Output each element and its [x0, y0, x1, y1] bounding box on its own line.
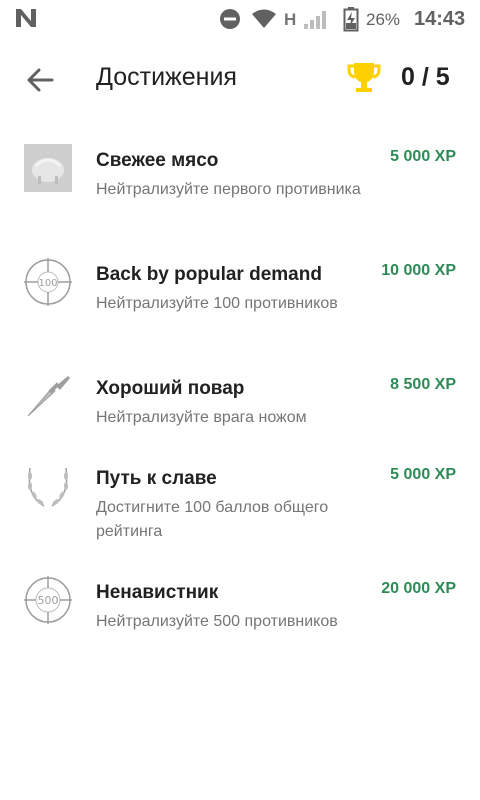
toolbar: Достижения 0 / 5: [0, 38, 480, 118]
achievement-description: Достигните 100 баллов общего рейтинга: [96, 499, 329, 540]
network-type: H: [284, 10, 297, 29]
svg-text:100: 100: [38, 278, 57, 289]
wifi-icon: [252, 9, 276, 28]
battery-percent: 26%: [366, 10, 401, 29]
achievement-title: Хороший повар: [96, 378, 245, 399]
achievement-xp: 8 500 XP: [390, 376, 456, 393]
svg-text:500: 500: [38, 594, 59, 607]
page-title: Достижения: [96, 63, 237, 91]
crosshair-100-icon: 100: [24, 258, 72, 306]
signal-icon: [304, 11, 326, 29]
notification-n-icon: [16, 9, 36, 27]
achievement-description: Нейтрализуйте первого противника: [96, 181, 361, 198]
do-not-disturb-icon: [220, 9, 240, 29]
achievement-title: Путь к славе: [96, 468, 217, 489]
achievement-description: Нейтрализуйте 100 противников: [96, 295, 338, 312]
achievement-title: Свежее мясо: [96, 150, 219, 171]
arrow-back-icon[interactable]: [22, 62, 58, 98]
clock: 14:43: [414, 8, 466, 30]
achievements-counter: 0 / 5: [401, 63, 450, 91]
laurel-wreath-icon: [28, 467, 68, 507]
battery-charging-icon: [343, 7, 359, 32]
achievement-title: Ненавистник: [96, 582, 219, 603]
achievement-xp: 5 000 XP: [390, 466, 456, 483]
achievement-title: Back by popular demand: [96, 264, 322, 285]
achievement-xp: 10 000 XP: [381, 262, 456, 279]
achievement-xp: 20 000 XP: [381, 580, 456, 597]
trophy-icon: [347, 63, 381, 92]
fresh-meat-icon: [24, 144, 72, 192]
knife-icon: [27, 376, 70, 417]
achievement-description: Нейтрализуйте врага ножом: [96, 409, 307, 426]
crosshair-500-icon: 500: [24, 576, 72, 624]
achievement-xp: 5 000 XP: [390, 148, 456, 165]
achievement-description: Нейтрализуйте 500 противников: [96, 613, 338, 630]
status-bar: H 26% 14:43: [0, 0, 480, 38]
